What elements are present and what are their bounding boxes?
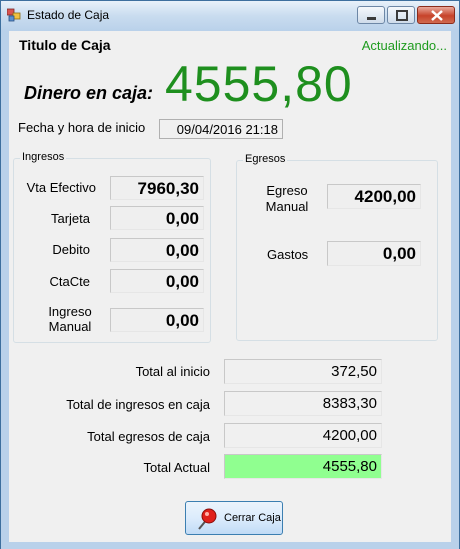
ingresos-title: Ingresos	[20, 151, 67, 163]
client-area: Titulo de Caja Actualizando... Dinero en…	[9, 31, 451, 542]
total-ingresos-field[interactable]: 8383,30	[224, 391, 382, 416]
gastos-field[interactable]: 0,00	[327, 241, 421, 266]
dinero-value: 4555,80	[165, 56, 353, 112]
total-ingresos-label: Total de ingresos en caja	[66, 397, 210, 412]
window-frame-bottom	[1, 542, 459, 549]
vta-efectivo-label: Vta Efectivo	[26, 180, 96, 195]
dinero-label: Dinero en caja:	[24, 83, 154, 103]
egresos-title: Egresos	[243, 153, 288, 165]
tarjeta-field[interactable]: 0,00	[110, 206, 204, 230]
ingreso-manual-label: Ingreso Manual	[48, 304, 92, 334]
gastos-label: Gastos	[267, 247, 309, 262]
ctacte-label: CtaCte	[49, 274, 90, 289]
minimize-button[interactable]	[357, 6, 385, 24]
status-text: Actualizando...	[361, 38, 447, 53]
minimize-icon	[367, 17, 376, 20]
total-egresos-label: Total egresos de caja	[87, 429, 210, 444]
egreso-manual-label: Egreso Manual	[265, 183, 309, 214]
egresos-group: Egresos Egreso Manual 4200,00 Gastos 0,0…	[236, 153, 438, 341]
egreso-manual-field[interactable]: 4200,00	[327, 184, 421, 209]
total-egresos-field[interactable]: 4200,00	[224, 423, 382, 448]
maximize-icon	[396, 10, 408, 21]
maximize-button[interactable]	[387, 6, 415, 24]
total-inicio-field[interactable]: 372,50	[224, 359, 382, 384]
debito-field[interactable]: 0,00	[110, 238, 204, 262]
window-frame-left	[1, 31, 9, 542]
total-inicio-label: Total al inicio	[135, 364, 210, 379]
total-actual-field[interactable]: 4555,80	[224, 454, 382, 479]
ingreso-manual-field[interactable]: 0,00	[110, 308, 204, 332]
app-icon	[7, 8, 21, 22]
ctacte-field[interactable]: 0,00	[110, 269, 204, 293]
close-icon	[431, 10, 443, 21]
close-button[interactable]	[417, 6, 455, 24]
vta-efectivo-field[interactable]: 7960,30	[110, 176, 204, 200]
caja-title: Titulo de Caja	[19, 37, 111, 53]
title-bar[interactable]: Estado de Caja	[1, 1, 459, 32]
debito-label: Debito	[52, 242, 90, 257]
cerrar-caja-button[interactable]: Cerrar Caja	[185, 501, 283, 535]
window-frame-right	[451, 31, 459, 542]
ingresos-group: Ingresos Vta Efectivo 7960,30 Tarjeta 0,…	[13, 151, 211, 343]
window-title: Estado de Caja	[27, 8, 110, 22]
estado-de-caja-window: Estado de Caja Titulo de Caja Actualizan…	[0, 0, 460, 549]
tarjeta-label: Tarjeta	[50, 211, 90, 226]
fecha-label: Fecha y hora de inicio	[18, 120, 146, 135]
pin-icon	[198, 508, 217, 530]
cerrar-caja-label: Cerrar Caja	[224, 512, 281, 524]
total-actual-label: Total Actual	[143, 460, 211, 475]
fecha-field[interactable]: 09/04/2016 21:18	[159, 119, 283, 139]
